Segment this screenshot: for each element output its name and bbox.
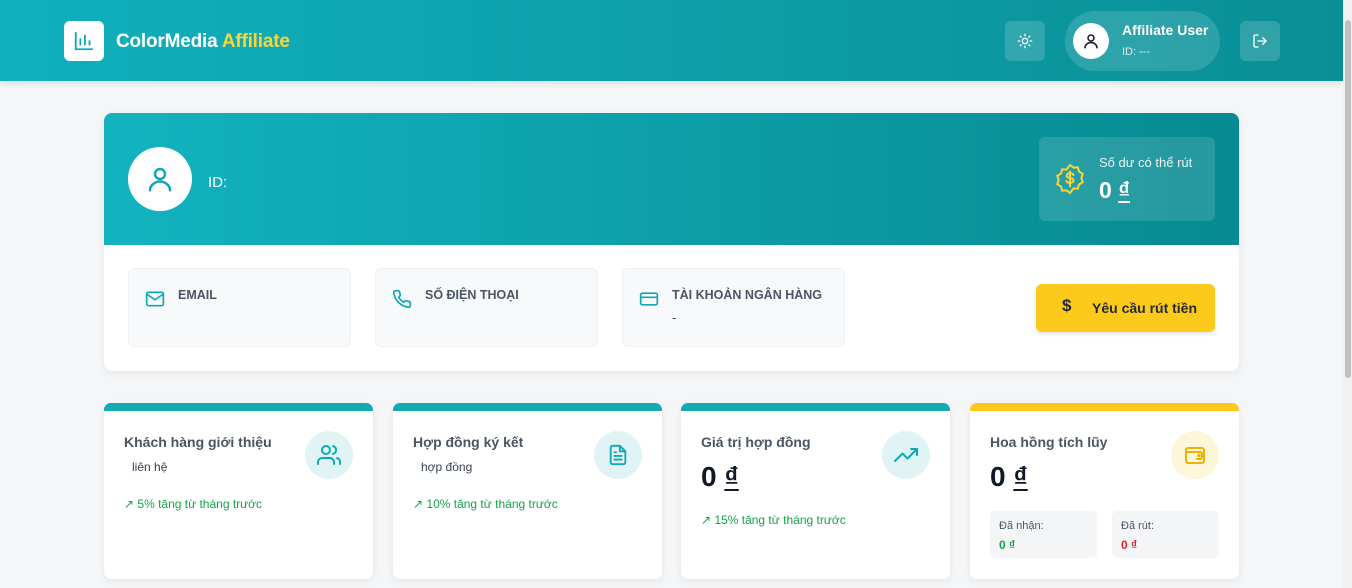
dollar-badge-icon <box>1056 163 1084 195</box>
withdraw-request-label: Yêu cầu rút tiền <box>1092 300 1198 316</box>
withdraw-request-button[interactable]: $ Yêu cầu rút tiền <box>1036 284 1215 332</box>
profile-avatar <box>128 147 192 211</box>
commission-received: Đã nhận: 0 ₫ <box>990 511 1097 558</box>
stat-value: 0 ₫ <box>701 461 739 492</box>
withdrawn-value: 0 ₫ <box>1121 538 1138 552</box>
bank-account-value: - <box>672 310 677 325</box>
brand-name-accent: Affiliate <box>221 31 290 52</box>
stat-icon-wrapper <box>594 431 642 479</box>
withdrawn-label: Đã rút: <box>1121 520 1155 532</box>
stat-title: Hoa hồng tích lũy <box>990 434 1108 450</box>
phone-info: SỐ ĐIỆN THOẠI <box>375 268 598 347</box>
stat-card-referred-customers: Khách hàng giới thiệu liên hệ ↗ 5% tăng … <box>104 403 373 579</box>
stat-trend: ↗ 10% tăng từ tháng trước <box>413 497 558 511</box>
users-icon <box>317 445 341 465</box>
mail-icon <box>145 291 165 307</box>
stat-trend: ↗ 15% tăng từ tháng trước <box>701 513 846 527</box>
phone-icon <box>392 289 412 309</box>
brand-name-main: ColorMedia <box>116 31 218 52</box>
wallet-icon <box>1185 447 1205 464</box>
profile-id: ID: <box>208 174 228 191</box>
user-icon <box>1084 34 1098 49</box>
logout-button[interactable] <box>1240 21 1280 61</box>
currency-symbol: ₫ <box>1118 177 1130 203</box>
brand-name[interactable]: ColorMedia Affiliate <box>116 31 290 53</box>
sun-icon <box>1017 33 1033 49</box>
document-icon <box>609 444 627 466</box>
credit-card-icon <box>639 292 659 306</box>
stat-title: Hợp đồng ký kết <box>413 434 524 450</box>
user-icon <box>148 167 172 192</box>
trending-up-icon <box>894 448 918 462</box>
stat-card-signed-contracts: Hợp đồng ký kết hợp đồng ↗ 10% tăng từ t… <box>393 403 662 579</box>
avatar <box>1073 23 1109 59</box>
theme-toggle-button[interactable] <box>1005 21 1045 61</box>
user-id: ID: --- <box>1122 46 1151 58</box>
scrollbar-thumb[interactable] <box>1345 20 1351 378</box>
email-info: EMAIL <box>128 268 351 347</box>
stat-subtitle: hợp đồng <box>421 460 473 474</box>
received-label: Đã nhận: <box>999 520 1044 532</box>
currency-symbol: ₫ <box>1013 461 1028 492</box>
stat-icon-wrapper <box>1171 431 1219 479</box>
commission-withdrawn: Đã rút: 0 ₫ <box>1112 511 1219 558</box>
balance-label: Số dư có thể rút <box>1099 155 1193 170</box>
profile-card: ID: Số dư có thể rút 0 ₫ EMAIL SỐ ĐIỆN T… <box>104 113 1239 371</box>
currency-symbol: ₫ <box>724 461 739 492</box>
stat-title: Khách hàng giới thiệu <box>124 434 272 450</box>
logo[interactable] <box>64 21 104 61</box>
dollar-icon: $ <box>1062 296 1072 315</box>
available-balance: Số dư có thể rút 0 ₫ <box>1039 137 1215 221</box>
email-label: EMAIL <box>178 288 217 302</box>
bank-account-info: TÀI KHOẢN NGÂN HÀNG - <box>622 268 845 347</box>
user-menu[interactable]: Affiliate User ID: --- <box>1065 11 1220 71</box>
phone-label: SỐ ĐIỆN THOẠI <box>425 288 519 302</box>
balance-value: 0 ₫ <box>1099 177 1130 203</box>
received-value: 0 ₫ <box>999 538 1016 552</box>
scrollbar[interactable] <box>1343 0 1352 588</box>
card-accent-bar <box>104 403 373 411</box>
stat-subtitle: liên hệ <box>132 460 168 474</box>
card-accent-bar <box>970 403 1239 411</box>
bar-chart-icon <box>74 31 94 51</box>
stat-card-accumulated-commission: Hoa hồng tích lũy 0 ₫ Đã nhận: 0 ₫ Đã rú… <box>970 403 1239 579</box>
stat-icon-wrapper <box>305 431 353 479</box>
bank-account-label: TÀI KHOẢN NGÂN HÀNG <box>672 288 822 302</box>
logout-icon <box>1253 34 1267 48</box>
stat-trend: ↗ 5% tăng từ tháng trước <box>124 497 263 511</box>
card-accent-bar <box>393 403 662 411</box>
stat-card-contract-value: Giá trị hợp đồng 0 ₫ ↗ 15% tăng từ tháng… <box>681 403 950 579</box>
top-navbar: ColorMedia Affiliate Affiliate User ID: … <box>0 0 1343 81</box>
user-name: Affiliate User <box>1122 22 1209 38</box>
profile-banner: ID: Số dư có thể rút 0 ₫ <box>104 113 1239 245</box>
stat-value: 0 ₫ <box>990 461 1028 492</box>
card-accent-bar <box>681 403 950 411</box>
stat-icon-wrapper <box>882 431 930 479</box>
stat-title: Giá trị hợp đồng <box>701 434 811 450</box>
